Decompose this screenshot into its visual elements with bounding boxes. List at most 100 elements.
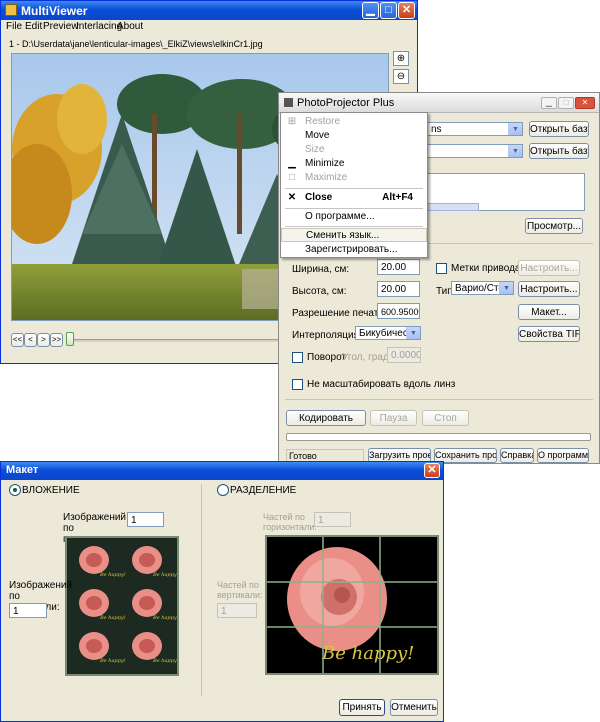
vertical-divider [201, 484, 202, 696]
prev-frame-button[interactable]: < [24, 333, 37, 347]
open-base-button-1[interactable]: Открыть базу... [529, 121, 589, 137]
images-v-input[interactable]: 1 [9, 603, 47, 618]
parts-h-input[interactable]: 1 [314, 512, 351, 527]
stop-button[interactable]: Стоп [422, 410, 469, 426]
menu-item-about[interactable]: О программе... [281, 210, 427, 224]
database-combo-2[interactable]: ▼ [427, 144, 523, 158]
menu-about[interactable]: About [117, 21, 143, 32]
menu-edit[interactable]: Edit [25, 21, 42, 32]
multiviewer-titlebar[interactable]: MultiViewer ▁ □ ✕ [1, 1, 417, 20]
divider [285, 399, 593, 400]
app-icon [284, 98, 293, 107]
parts-v-label: Частей по вертикали: [217, 580, 263, 600]
no-scale-checkbox[interactable] [292, 379, 303, 390]
first-frame-button[interactable]: << [11, 333, 24, 347]
height-input[interactable]: 20.00 [377, 281, 420, 297]
accept-button[interactable]: Принять [339, 699, 385, 716]
nest-mode-label: ВЛОЖЕНИЕ [22, 485, 80, 496]
nest-preview-grid: Be happy! Be happy! Be happy! Be happy! … [79, 546, 179, 664]
rose-tile: Be happy! [79, 632, 126, 664]
zoom-in-button[interactable]: ⊕ [393, 51, 409, 66]
menu-separator [285, 226, 423, 227]
about-button[interactable]: О программе... [537, 448, 589, 463]
menu-item-size[interactable]: Size [281, 143, 427, 157]
window-title: MultiViewer [21, 4, 88, 18]
svg-text:Be happy!: Be happy! [99, 572, 126, 578]
parts-v-input[interactable]: 1 [217, 603, 257, 618]
menu-item-move[interactable]: Move [281, 129, 427, 143]
zoom-out-button[interactable]: ⊖ [393, 69, 409, 84]
menu-separator [285, 208, 423, 209]
menu-item-minimize[interactable]: ▁ Minimize [281, 157, 427, 171]
tiff-properties-button[interactable]: Свойства TIFF... [518, 326, 580, 342]
layout-button[interactable]: Макет... [518, 304, 580, 320]
menu-preview[interactable]: Preview [43, 21, 79, 32]
maket-dialog: Макет ✕ ВЛОЖЕНИЕ Изображений по горизонт… [0, 461, 444, 722]
help-button[interactable]: Справка [500, 448, 534, 463]
last-frame-button[interactable]: >> [50, 333, 63, 347]
parts-h-label: Частей по горизонтали: [263, 512, 317, 532]
nest-mode-radio[interactable] [9, 484, 21, 496]
maximize-button[interactable]: □ [380, 2, 397, 19]
maximize-button[interactable]: □ [558, 97, 574, 109]
file-path: 1 - D:\Userdata\jane\lenticular-images\_… [9, 39, 263, 49]
svg-text:Be happy!: Be happy! [99, 658, 126, 664]
menu-file[interactable]: File [6, 21, 22, 32]
nest-preview: Be happy! Be happy! Be happy! Be happy! … [65, 536, 179, 676]
setup-button-2[interactable]: Настроить... [518, 281, 580, 297]
rotate-label: Поворот [307, 352, 346, 363]
restore-icon: ⊞ [287, 116, 297, 127]
angle-input[interactable]: 0.00000 [387, 347, 421, 363]
preview-caption: Be happy! [321, 643, 414, 664]
rotate-checkbox[interactable] [292, 352, 303, 363]
frame-slider-thumb[interactable] [66, 332, 74, 346]
rose-tile: Be happy! [79, 546, 126, 578]
menu-item-restore[interactable]: ⊞ Restore [281, 115, 427, 129]
height-label: Высота, см: [292, 286, 347, 297]
encode-button[interactable]: Кодировать [286, 410, 366, 426]
minimize-button[interactable]: ▁ [541, 97, 557, 109]
type-select[interactable]: Варио/Стерео▼ [451, 281, 514, 295]
chevron-down-icon: ▼ [499, 282, 513, 294]
svg-text:Be happy!: Be happy! [152, 658, 177, 664]
menu-item-register[interactable]: Зарегистрировать... [281, 243, 427, 257]
split-mode-radio[interactable] [217, 484, 229, 496]
close-button[interactable]: ✕ [424, 463, 440, 478]
next-frame-button[interactable]: > [37, 333, 50, 347]
interpolation-label: Интерполяция: [292, 330, 362, 341]
rose-tile: Be happy! [132, 546, 179, 578]
menu-item-change-language[interactable]: Сменить язык... [281, 228, 427, 242]
pause-button[interactable]: Пауза [370, 410, 417, 426]
setup-button-1[interactable]: Настроить... [518, 260, 580, 276]
split-preview-image: Be happy! [267, 537, 437, 673]
window-title: PhotoProjector Plus [297, 97, 395, 109]
maket-titlebar[interactable]: Макет ✕ [1, 462, 443, 480]
photoprojector-titlebar[interactable]: PhotoProjector Plus ▁ □ ✕ [279, 93, 599, 113]
menu-separator [285, 188, 423, 189]
database-combo-1[interactable]: ns ▼ [427, 122, 523, 136]
split-mode-label: РАЗДЕЛЕНИЕ [230, 485, 297, 496]
menu-interlacing[interactable]: Interlacing [76, 21, 122, 32]
minimize-button[interactable]: ▁ [362, 2, 379, 19]
images-h-input[interactable]: 1 [127, 512, 164, 527]
rose-tile: Be happy! [132, 589, 179, 621]
close-button[interactable]: ✕ [575, 97, 595, 109]
radio-selected-dot [13, 488, 17, 492]
rose-tile: Be happy! [132, 632, 179, 664]
svg-text:Be happy!: Be happy! [152, 572, 177, 578]
close-button[interactable]: ✕ [398, 2, 415, 19]
app-icon [5, 4, 17, 16]
minimize-icon: ▁ [288, 158, 296, 169]
open-base-button-2[interactable]: Открыть базу... [529, 143, 589, 159]
width-input[interactable]: 20.00 [377, 259, 420, 275]
menu-item-maximize[interactable]: □ Maximize [281, 171, 427, 185]
menu-item-close[interactable]: ✕ Close Alt+F4 [281, 191, 427, 205]
cancel-button[interactable]: Отменить [390, 699, 438, 716]
drive-marks-label: Метки привода [451, 263, 521, 274]
drive-marks-checkbox[interactable] [436, 263, 447, 274]
interpolation-select[interactable]: Бикубическая ▼ [355, 326, 421, 340]
browse-button[interactable]: Просмотр... [525, 218, 583, 234]
image-list-scrollbar[interactable] [427, 203, 479, 211]
svg-text:Be happy!: Be happy! [152, 615, 177, 621]
resolution-input[interactable]: 600.950000 [377, 303, 420, 319]
